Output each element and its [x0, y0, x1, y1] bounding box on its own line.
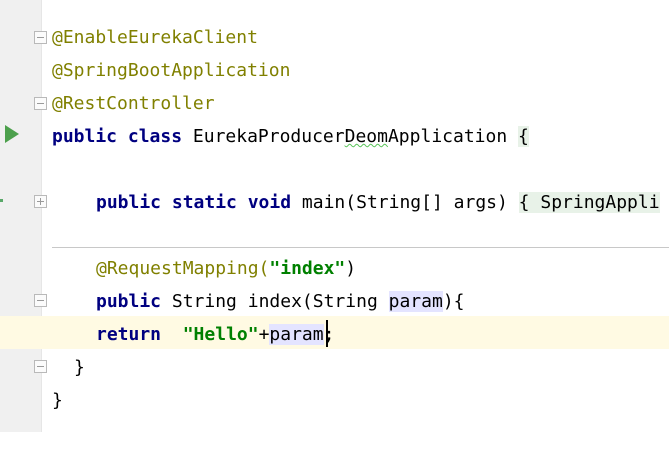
string-literal: "index" [269, 258, 346, 279]
param-identifier: param [269, 324, 324, 345]
code-line[interactable]: @EnableEurekaClient [0, 21, 669, 54]
class-name-part: EurekaProducer [192, 126, 345, 147]
method-declaration: public String index(String param){ [96, 285, 465, 318]
text-caret [326, 320, 328, 347]
code-line[interactable]: public class EurekaProducerDeomApplicati… [0, 120, 669, 153]
return-statement: return "Hello"+param; [96, 318, 334, 351]
operator: + [258, 324, 270, 345]
string-literal: "Hello" [182, 324, 259, 345]
param-identifier: param [388, 291, 443, 312]
method-signature: String index(String [171, 291, 378, 312]
annotation-line: @RequestMapping("index") [96, 252, 356, 285]
code-line[interactable]: public static void main(String[] args) {… [0, 186, 669, 219]
method-declaration: public static void main(String[] args) {… [96, 186, 660, 219]
keyword: public [96, 291, 162, 312]
annotation: @RequestMapping( [96, 258, 270, 279]
keyword: public static void [96, 192, 292, 213]
code-line[interactable]: @SpringBootApplication [0, 54, 669, 87]
method-signature: main(String[] args) [301, 192, 508, 213]
collapsed-body[interactable]: { SpringAppli [518, 192, 660, 213]
brace: } [74, 357, 85, 378]
keyword: return [96, 324, 162, 345]
annotation: @EnableEurekaClient [52, 27, 258, 48]
code-line[interactable]: return "Hello"+param; [0, 318, 669, 351]
code-line[interactable]: @RequestMapping("index") [0, 252, 669, 285]
code-line[interactable]: @RestController [0, 87, 669, 120]
class-name-typo: Deom [344, 126, 388, 147]
code-line[interactable]: } [0, 351, 669, 384]
class-name-part: Application [387, 126, 508, 147]
method-separator [52, 247, 669, 248]
paren: ) [345, 258, 357, 279]
annotation: @RestController [52, 93, 215, 114]
brace: { [518, 126, 529, 147]
brace: } [52, 390, 63, 411]
class-declaration: public class EurekaProducerDeomApplicati… [52, 120, 529, 153]
signature-end: ){ [442, 291, 465, 312]
code-line[interactable]: public String index(String param){ [0, 285, 669, 318]
annotation: @SpringBootApplication [52, 60, 291, 81]
keyword: public class [52, 126, 183, 147]
code-line[interactable]: } [0, 384, 669, 417]
